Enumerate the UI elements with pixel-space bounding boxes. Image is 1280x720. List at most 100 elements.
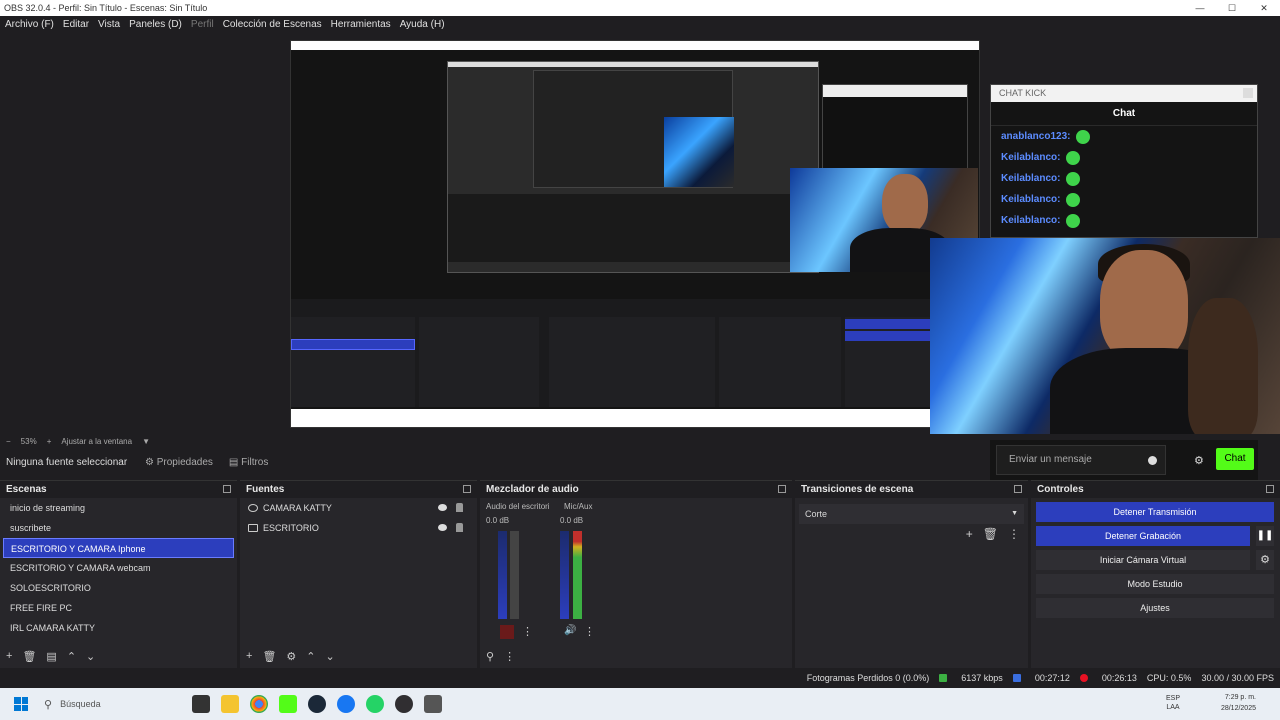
stop-streaming-button[interactable]: Detener Transmisión <box>1036 502 1274 522</box>
filters-button[interactable]: ▤ Filtros <box>229 457 268 468</box>
whatsapp-icon[interactable] <box>366 695 384 713</box>
menu-editar[interactable]: Editar <box>63 19 89 30</box>
menu-ayuda[interactable]: Ayuda (H) <box>400 19 445 30</box>
menu-dots-icon[interactable]: ⋮ <box>522 625 533 638</box>
volume-slider[interactable] <box>560 531 569 619</box>
menu-perfil[interactable]: Perfil <box>191 19 214 30</box>
mute-icon[interactable] <box>500 625 514 639</box>
stream-icon <box>1012 674 1021 682</box>
bitrate: 6137 kbps <box>939 673 1003 683</box>
menu-dots-icon[interactable]: ⋮ <box>1008 527 1020 541</box>
move-up-icon[interactable]: ⌃ <box>306 650 315 663</box>
pause-icon[interactable]: ❚❚ <box>1256 526 1274 546</box>
scene-item[interactable]: suscribete <box>3 518 234 538</box>
zoom-in-icon[interactable]: + <box>47 437 52 446</box>
menu-vista[interactable]: Vista <box>98 19 120 30</box>
camera-icon <box>248 504 258 512</box>
undock-icon[interactable] <box>463 485 471 493</box>
undock-icon[interactable] <box>778 485 786 493</box>
settings-button[interactable]: Ajustes <box>1036 598 1274 618</box>
trash-icon[interactable]: 🗑 <box>983 527 998 541</box>
eye-icon[interactable] <box>438 504 447 511</box>
monitor-icon <box>248 524 258 532</box>
lock-icon[interactable] <box>456 523 463 532</box>
scene-item[interactable]: ESCRITORIO Y CAMARA webcam <box>3 558 234 578</box>
chat-window-title: CHAT KICK <box>991 85 1257 102</box>
level-meter <box>573 531 582 619</box>
cpu-usage: CPU: 0.5% <box>1146 673 1192 683</box>
undock-icon[interactable] <box>1014 485 1022 493</box>
emoji-icon[interactable] <box>1148 456 1157 465</box>
scenes-toolbar: + 🗑 ▤ ⌃ ⌄ <box>0 644 237 668</box>
chat-input-bar: Enviar un mensaje ⚙ Chat <box>990 440 1258 480</box>
move-down-icon[interactable]: ⌄ <box>86 650 95 663</box>
filter-icon[interactable]: ▤ <box>46 650 56 663</box>
chat-send-button[interactable]: Chat <box>1216 448 1254 470</box>
zoom-out-icon[interactable]: − <box>6 437 11 446</box>
task-view-icon[interactable] <box>192 695 210 713</box>
undock-icon[interactable] <box>223 485 231 493</box>
chevron-down-icon[interactable]: ▼ <box>142 437 150 446</box>
channel-db: 0.0 dB <box>560 516 584 525</box>
chrome-icon[interactable] <box>250 695 268 713</box>
nested-panels <box>291 299 979 407</box>
menu-archivo[interactable]: Archivo (F) <box>5 19 54 30</box>
move-down-icon[interactable]: ⌄ <box>326 650 335 663</box>
speaker-icon[interactable]: 🔊 <box>564 625 576 636</box>
add-icon[interactable]: + <box>246 650 252 662</box>
chat-close-icon[interactable] <box>1243 88 1253 98</box>
zoom-bar: − 53% + Ajustar a la ventana ▼ <box>0 434 990 448</box>
properties-button[interactable]: ⚙ Propiedades <box>145 457 213 468</box>
scene-item[interactable]: inicio de streaming <box>3 498 234 518</box>
menu-coleccion-escenas[interactable]: Colección de Escenas <box>223 19 322 30</box>
level-meter <box>510 531 519 619</box>
scene-item[interactable]: FREE FIRE PC <box>3 598 234 618</box>
eye-icon[interactable] <box>438 524 447 531</box>
virtual-camera-button[interactable]: Iniciar Cámara Virtual <box>1036 550 1250 570</box>
close-icon[interactable]: ✕ <box>1248 0 1280 16</box>
source-item[interactable]: ESCRITORIO <box>240 518 477 538</box>
chat-message-input[interactable]: Enviar un mensaje <box>996 445 1166 475</box>
scene-item[interactable]: IRL CAMARA KATTY <box>3 618 234 638</box>
language-indicator[interactable]: ESP LAA <box>1166 694 1180 712</box>
menu-paneles[interactable]: Paneles (D) <box>129 19 182 30</box>
menu-dots-icon[interactable]: ⋮ <box>584 625 595 638</box>
nested-obs-window <box>447 61 820 273</box>
minimize-icon[interactable]: — <box>1184 0 1216 16</box>
file-explorer-icon[interactable] <box>221 695 239 713</box>
clock[interactable]: 7:29 p. m. 28/12/2025 <box>1221 692 1256 714</box>
transition-select[interactable]: Corte ▼ <box>799 504 1024 524</box>
add-icon[interactable]: + <box>966 527 973 541</box>
steam-icon[interactable] <box>308 695 326 713</box>
studio-mode-button[interactable]: Modo Estudio <box>1036 574 1274 594</box>
menu-dots-icon[interactable]: ⋮ <box>504 650 515 663</box>
gear-icon[interactable]: ⚙ <box>286 650 296 663</box>
maximize-icon[interactable]: ☐ <box>1216 0 1248 16</box>
taskbar-search[interactable]: ⚲ Búsqueda <box>44 698 184 711</box>
windows-start-icon[interactable] <box>14 697 28 711</box>
obs-icon[interactable] <box>395 695 413 713</box>
menu-herramientas[interactable]: Herramientas <box>331 19 391 30</box>
move-up-icon[interactable]: ⌃ <box>67 650 76 663</box>
gear-icon[interactable]: ⚙ <box>1194 454 1204 467</box>
scene-item-selected[interactable]: ESCRITORIO Y CAMARA Iphone <box>3 538 234 558</box>
chat-message: Keilablanco: <box>991 189 1257 210</box>
gear-icon[interactable]: ⚙ <box>1256 550 1274 570</box>
fit-window-label[interactable]: Ajustar a la ventana <box>61 437 132 446</box>
source-item[interactable]: CAMARA KATTY <box>240 498 477 518</box>
stop-recording-button[interactable]: Detener Grabación <box>1036 526 1250 546</box>
mixer-header: Mezclador de audio <box>480 481 792 498</box>
kick-icon[interactable] <box>279 695 297 713</box>
add-icon[interactable]: + <box>6 650 12 662</box>
chat-message: Keilablanco: <box>991 168 1257 189</box>
link-icon[interactable]: ⚲ <box>486 650 494 663</box>
facebook-icon[interactable] <box>337 695 355 713</box>
capcut-icon[interactable] <box>424 695 442 713</box>
undock-icon[interactable] <box>1266 485 1274 493</box>
trash-icon[interactable]: 🗑 <box>22 650 36 663</box>
scene-item[interactable]: SOLOESCRITORIO <box>3 578 234 598</box>
lock-icon[interactable] <box>456 503 463 512</box>
trash-icon[interactable]: 🗑 <box>262 650 276 663</box>
volume-slider[interactable] <box>498 531 507 619</box>
webcam-overlay <box>930 238 1280 434</box>
